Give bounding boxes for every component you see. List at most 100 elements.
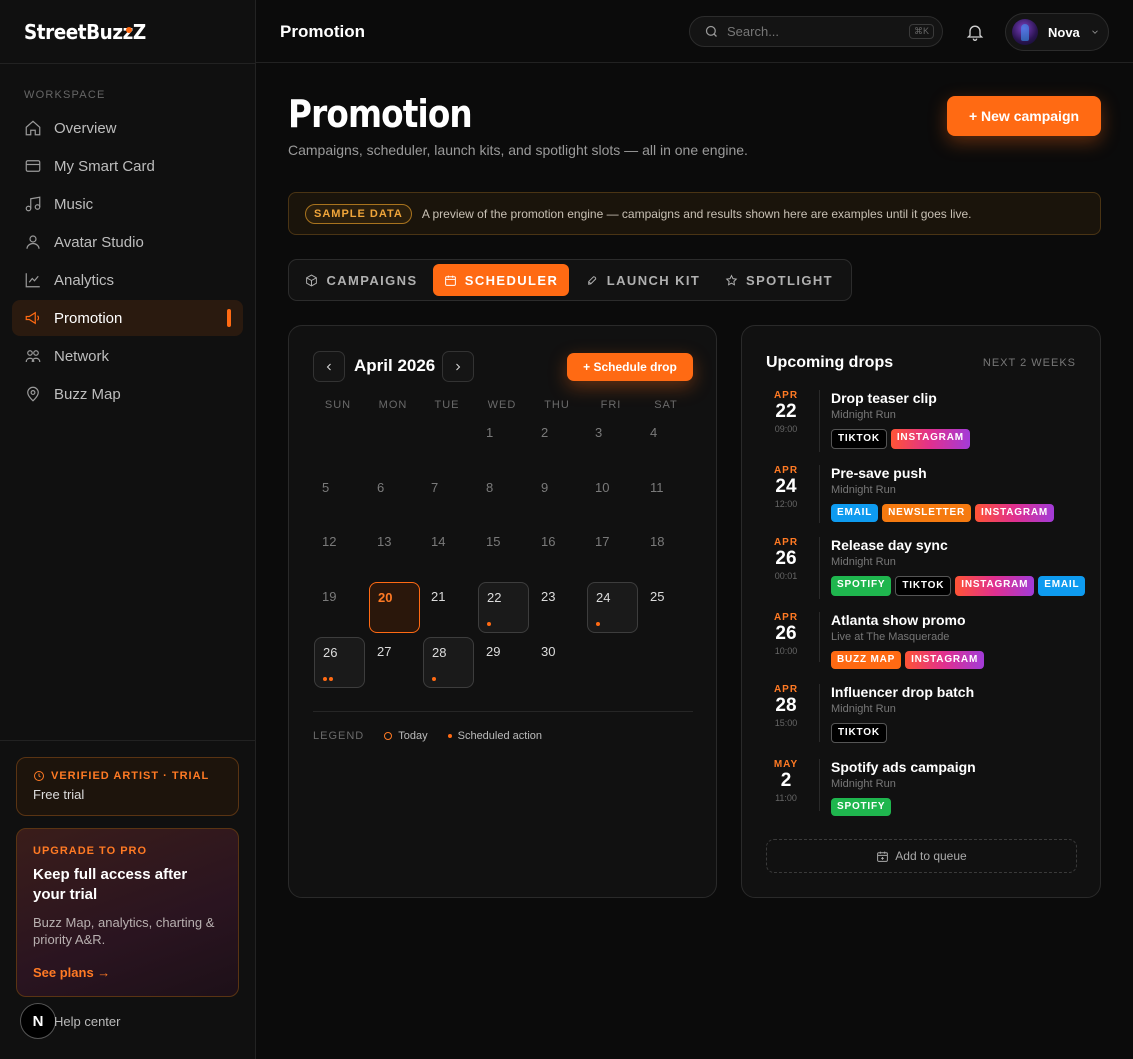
drop-body: Release day sync Midnight Run SPOTIFY TIKTO… xyxy=(831,537,1086,596)
calendar-day[interactable]: 12 xyxy=(314,527,365,578)
sidebar-item-network[interactable]: Network xyxy=(12,338,243,374)
drop-title: Atlanta show promo xyxy=(831,612,966,628)
schedule-drop-button[interactable]: + Schedule drop xyxy=(567,353,693,381)
day-number: 10 xyxy=(595,480,610,495)
day-number: 21 xyxy=(431,589,446,604)
calendar-day[interactable]: 17 xyxy=(587,527,638,578)
calendar-day[interactable]: 23 xyxy=(533,582,584,633)
drop-time: 09:00 xyxy=(774,424,798,434)
next-month-button[interactable] xyxy=(442,351,474,382)
calendar-day[interactable]: 5 xyxy=(314,473,365,524)
add-to-queue-button[interactable]: Add to queue xyxy=(766,839,1077,873)
calendar-day[interactable]: 26 xyxy=(314,637,365,688)
channel-tags: BUZZ MAP INSTAGRAM xyxy=(831,651,985,669)
channel-tag-instagram: INSTAGRAM xyxy=(975,504,1055,522)
see-plans-link[interactable]: See plans → xyxy=(33,965,222,980)
weekday-label: SAT xyxy=(654,399,678,411)
prev-month-button[interactable] xyxy=(313,351,345,382)
calendar-day[interactable]: 11 xyxy=(642,473,693,524)
calendar-day[interactable]: 28 xyxy=(423,637,474,688)
calendar-day[interactable]: 2 xyxy=(533,418,584,469)
tab-label: SCHEDULER xyxy=(464,272,559,288)
scheduled-dot-icon xyxy=(447,734,452,738)
tab-label: LAUNCH KIT xyxy=(606,272,701,288)
drop-time: 00:01 xyxy=(774,571,798,581)
day-number: 12 xyxy=(322,534,337,549)
drop-month: APR xyxy=(773,612,799,623)
tab-spotlight[interactable]: SPOTLIGHT xyxy=(719,264,839,296)
n-badge[interactable]: N xyxy=(20,1003,56,1039)
calendar-day[interactable]: 27 xyxy=(369,637,420,688)
profile-menu[interactable]: Nova xyxy=(1005,13,1109,51)
calendar-day-today[interactable]: 20 xyxy=(369,582,420,633)
calendar-day[interactable]: 15 xyxy=(478,527,529,578)
calendar-day[interactable]: 21 xyxy=(423,582,474,633)
calendar-day[interactable]: 13 xyxy=(369,527,420,578)
search-input[interactable]: Search... ⌘K xyxy=(689,16,943,47)
day-number: 20 xyxy=(378,590,393,605)
weekday-label: THU xyxy=(544,399,570,411)
chart-icon xyxy=(25,273,40,288)
notifications-button[interactable] xyxy=(965,22,985,42)
drop-subtitle: Midnight Run xyxy=(831,703,896,715)
scheduled-dots xyxy=(596,622,600,626)
scheduled-dot-icon xyxy=(487,622,491,626)
drop-subtitle: Midnight Run xyxy=(831,556,896,568)
tab-label: CAMPAIGNS xyxy=(326,272,418,288)
sidebar-item-promotion[interactable]: Promotion xyxy=(12,300,243,336)
calendar-day[interactable]: 4 xyxy=(642,418,693,469)
day-number: 9 xyxy=(541,480,549,495)
channel-tags: TIKTOK xyxy=(831,723,974,743)
drop-body: Influencer drop batch Midnight Run TIKTOK xyxy=(831,684,974,743)
calendar-day[interactable]: 18 xyxy=(642,527,693,578)
scheduled-dot-icon xyxy=(323,677,327,681)
calendar-day[interactable]: 1 xyxy=(478,418,529,469)
day-number: 3 xyxy=(595,425,603,440)
sidebar-item-avatar-studio[interactable]: Avatar Studio xyxy=(12,224,243,260)
drop-body: Drop teaser clip Midnight Run TIKTOK INSTAG… xyxy=(831,390,970,449)
new-campaign-button[interactable]: + New campaign xyxy=(947,96,1101,136)
calendar-day[interactable]: 25 xyxy=(642,582,693,633)
calendar-day[interactable]: 14 xyxy=(423,527,474,578)
drop-subtitle: Live at The Masquerade xyxy=(831,631,950,643)
page-subtitle: Campaigns, scheduler, launch kits, and s… xyxy=(288,142,748,158)
tab-scheduler[interactable]: SCHEDULER xyxy=(433,264,569,296)
calendar-icon xyxy=(444,275,456,286)
tab-launch-kit[interactable]: LAUNCH KIT xyxy=(579,264,707,296)
day-number: 11 xyxy=(650,480,664,495)
calendar-day[interactable]: 19 xyxy=(314,582,365,633)
calendar-day[interactable]: 22 xyxy=(478,582,529,633)
sidebar-item-overview[interactable]: Overview xyxy=(12,110,243,146)
help-center-label[interactable]: Help center xyxy=(54,1014,120,1029)
trial-subtitle: Free trial xyxy=(33,787,85,802)
trial-card[interactable]: VERIFIED ARTIST · TRIAL Free trial xyxy=(16,757,239,816)
calendar-day[interactable]: 16 xyxy=(533,527,584,578)
upgrade-card: UPGRADE TO PRO Keep full access after yo… xyxy=(16,828,239,997)
channel-tag-buzzmap: BUZZ MAP xyxy=(831,651,902,669)
calendar-day[interactable]: 30 xyxy=(533,637,584,688)
calendar-day[interactable]: 24 xyxy=(587,582,638,633)
channel-tag-tiktok: TIKTOK xyxy=(831,429,887,449)
calendar-day[interactable]: 6 xyxy=(369,473,420,524)
drop-title: Influencer drop batch xyxy=(831,684,975,700)
calendar-day[interactable]: 10 xyxy=(587,473,638,524)
calendar-day[interactable]: 29 xyxy=(478,637,529,688)
calendar-day[interactable]: 9 xyxy=(533,473,584,524)
drop-title: Pre-save push xyxy=(831,465,927,481)
sidebar-item-music[interactable]: Music xyxy=(12,186,243,222)
drop-title: Drop teaser clip xyxy=(831,390,937,406)
upgrade-label: UPGRADE TO PRO xyxy=(33,845,148,857)
sidebar-item-buzz-map[interactable]: Buzz Map xyxy=(12,376,243,412)
tab-campaigns[interactable]: CAMPAIGNS xyxy=(297,264,426,296)
sidebar-item-analytics[interactable]: Analytics xyxy=(12,262,243,298)
channel-tag-tiktok: TIKTOK xyxy=(831,723,887,743)
calendar-day[interactable]: 3 xyxy=(587,418,638,469)
upgrade-title: Keep full access after your trial xyxy=(33,866,188,903)
drop-month: APR xyxy=(773,537,799,548)
help-center[interactable]: N Help center xyxy=(20,1003,120,1039)
calendar-day[interactable]: 8 xyxy=(478,473,529,524)
calendar-day[interactable]: 7 xyxy=(423,473,474,524)
drop-month: APR xyxy=(773,390,799,401)
drop-day: 2 xyxy=(780,770,792,791)
sidebar-item-my-smart-card[interactable]: My Smart Card xyxy=(12,148,243,184)
